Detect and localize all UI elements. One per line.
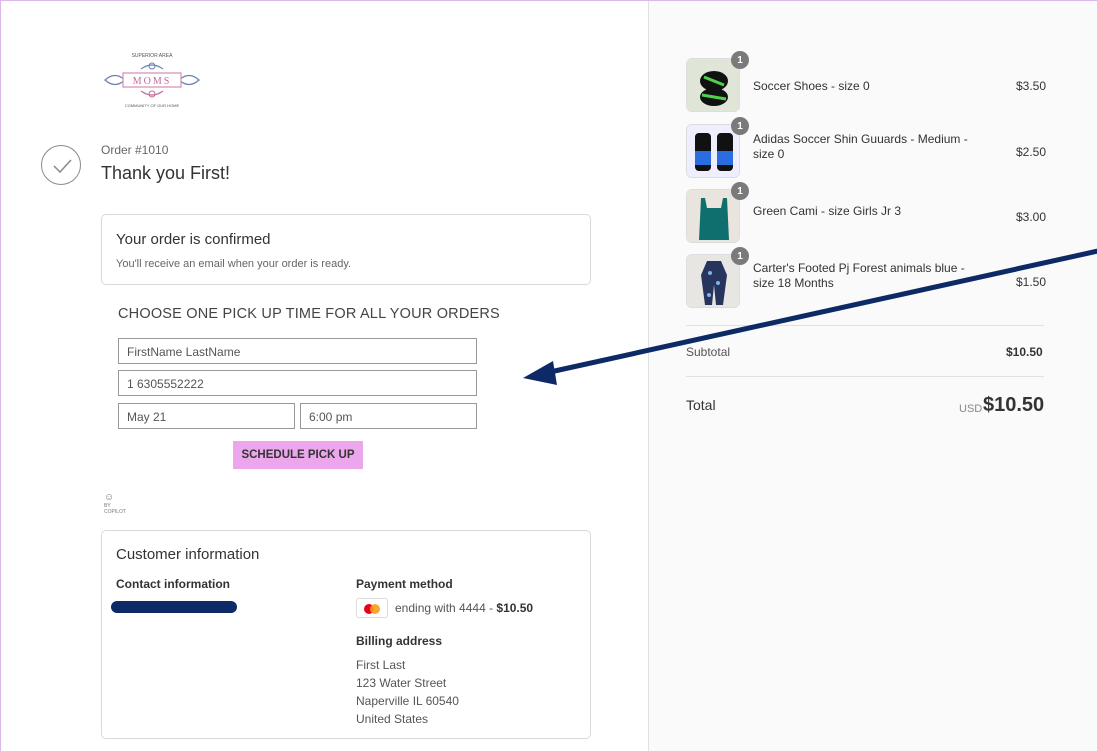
quantity-badge: 1 — [731, 247, 749, 265]
item-name: Green Cami - size Girls Jr 3 — [753, 204, 902, 218]
payment-amount: $10.50 — [496, 601, 534, 615]
item-price: $1.50 — [1015, 275, 1046, 289]
confirmed-subtitle: You'll receive an email when your order … — [116, 258, 352, 270]
subtotal-value: $10.50 — [1006, 345, 1043, 359]
item-thumbnail — [686, 189, 740, 243]
payment-ending: ending with 4444 - $10.50 — [395, 601, 534, 615]
item-price: $3.50 — [1015, 79, 1046, 93]
line-item: 1 Soccer Shoes - size 0 $3.50 — [686, 51, 1046, 114]
mastercard-icon — [356, 598, 388, 618]
item-price: $2.50 — [1015, 145, 1046, 159]
copilot-badge[interactable]: ☺ BY COPILOT — [104, 492, 126, 516]
copilot-icon: ☺ — [104, 492, 115, 503]
name-field[interactable]: FirstName LastName — [118, 338, 477, 364]
billing-line: United States — [356, 712, 429, 726]
line-item: 1 Green Cami - size Girls Jr 3 $3.00 — [686, 182, 1046, 245]
redacted-contact — [111, 601, 237, 613]
customer-info-title: Customer information — [116, 546, 260, 563]
item-thumbnail — [686, 58, 740, 112]
schedule-pickup-button[interactable]: SCHEDULE PICK UP — [233, 441, 363, 469]
divider — [686, 376, 1044, 377]
billing-line: 123 Water Street — [356, 676, 447, 690]
customer-information-card: Customer information Contact information… — [101, 530, 591, 739]
item-price: $3.00 — [1015, 210, 1046, 224]
contact-info-label: Contact information — [116, 577, 230, 591]
item-thumbnail — [686, 254, 740, 308]
moms-logo: MOMS SUPERIOR AREA COMMUNITY OF OUR HOME — [104, 53, 200, 108]
svg-text:MOMS: MOMS — [133, 76, 172, 87]
confirmed-title: Your order is confirmed — [116, 231, 271, 248]
order-confirmed-card: Your order is confirmed You'll receive a… — [101, 214, 591, 285]
svg-text:COMMUNITY OF OUR HOME: COMMUNITY OF OUR HOME — [125, 103, 180, 108]
divider — [686, 325, 1044, 326]
order-confirmed-check-icon — [41, 145, 81, 185]
order-status-panel: MOMS SUPERIOR AREA COMMUNITY OF OUR HOME… — [1, 1, 648, 751]
subtotal-label: Subtotal — [686, 345, 731, 359]
quantity-badge: 1 — [731, 51, 749, 69]
date-field[interactable]: May 21 — [118, 403, 295, 429]
time-field[interactable]: 6:00 pm — [300, 403, 477, 429]
total-currency: USD — [959, 403, 983, 415]
line-item: 1 Adidas Soccer Shin Guuards - Medium - … — [686, 117, 1046, 180]
billing-line: First Last — [356, 658, 406, 672]
line-item: 1 Carter's Footed Pj Forest animals blue… — [686, 247, 1046, 310]
pickup-title: CHOOSE ONE PICK UP TIME FOR ALL YOUR ORD… — [118, 306, 500, 322]
item-name: Adidas Soccer Shin Guuards - Medium - si… — [753, 132, 968, 161]
billing-line: Naperville IL 60540 — [356, 694, 459, 708]
item-name: Carter's Footed Pj Forest animals blue -… — [753, 261, 965, 290]
order-number: Order #1010 — [101, 143, 169, 157]
payment-method-label: Payment method — [356, 577, 453, 591]
quantity-badge: 1 — [731, 117, 749, 135]
thank-you-heading: Thank you First! — [101, 163, 231, 183]
total-value: $10.50 — [983, 394, 1045, 416]
svg-text:SUPERIOR AREA: SUPERIOR AREA — [132, 53, 174, 59]
item-name: Soccer Shoes - size 0 — [753, 79, 870, 93]
billing-address-label: Billing address — [356, 634, 443, 648]
copilot-name: COPILOT — [104, 509, 126, 515]
phone-field[interactable]: 1 6305552222 — [118, 370, 477, 396]
quantity-badge: 1 — [731, 182, 749, 200]
item-thumbnail — [686, 124, 740, 178]
total-label: Total — [686, 397, 716, 413]
order-summary-panel: 1 Soccer Shoes - size 0 $3.50 1 Adidas S… — [648, 1, 1097, 751]
